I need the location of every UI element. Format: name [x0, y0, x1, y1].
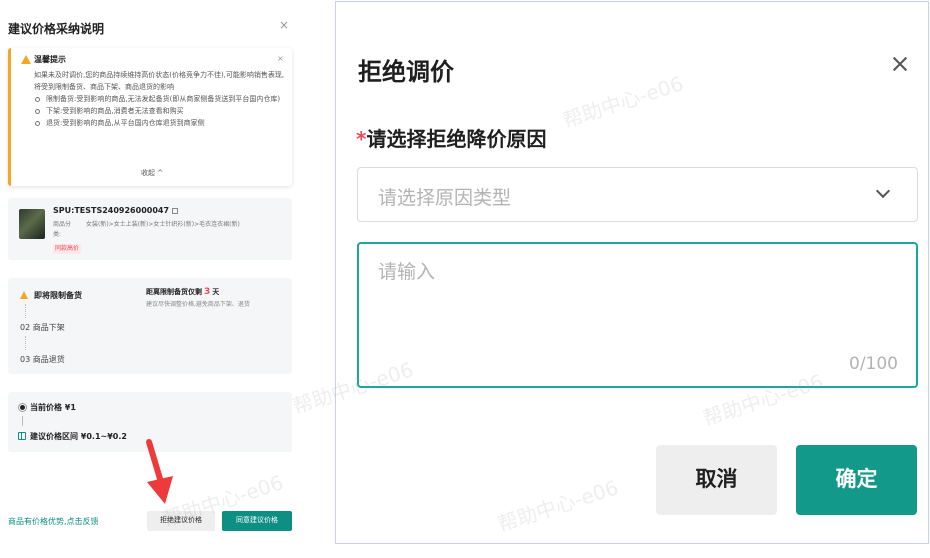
red-arrow-annotation-icon [146, 439, 173, 504]
gift-icon [18, 432, 26, 440]
reason-type-select[interactable]: 请选择原因类型 [357, 167, 918, 222]
tip-body: 如果未及时调价,您的商品持续维持高价状态(价格竞争力不佳),可能影响销售表现,将… [34, 69, 288, 129]
reason-field-label: *请选择拒绝降价原因 [356, 123, 546, 152]
step-return: 03 商品退货 [20, 355, 65, 364]
reason-textarea[interactable]: 请输入 0/100 [357, 242, 918, 388]
countdown-suffix: 天 [212, 288, 220, 296]
suggested-price-range: 建议价格区间 ¥0.1~¥0.2 [30, 432, 127, 441]
step-restrict-stock: 即将限制备货 [34, 291, 82, 300]
tip-intro: 如果未及时调价,您的商品持续维持高价状态(价格竞争力不佳),可能影响销售表现,将… [34, 71, 285, 91]
warm-tip-alert: 温馨提示 × 如果未及时调价,您的商品持续维持高价状态(价格竞争力不佳),可能影… [8, 48, 292, 186]
modal-close-icon[interactable] [890, 54, 910, 74]
arrow-down-icon [22, 416, 23, 426]
tip-collapse-toggle[interactable]: 收起 ^ [141, 168, 163, 178]
spu-card: SPU:TESTS240926000047 商品分类: 女装(新)>女士上装(新… [8, 198, 292, 260]
timeline-connector [25, 304, 26, 318]
screen: 建议价格采纳说明 × 温馨提示 × 如果未及时调价,您的商品持续维持高价状态(价… [0, 0, 930, 558]
warning-icon [21, 55, 31, 64]
countdown-days: 3 [204, 287, 211, 297]
spu-id-row: SPU:TESTS240926000047 [53, 206, 179, 215]
select-placeholder: 请选择原因类型 [378, 187, 512, 209]
timeline-connector [25, 336, 26, 350]
current-price: 当前价格 ¥1 [30, 403, 76, 412]
countdown-prefix: 距离限制备货仅剩 [146, 288, 202, 296]
product-thumbnail[interactable] [19, 209, 45, 239]
category-value: 女装(新)>女士上装(新)>女士针织衫(新)>毛衣连衣裙(新) [86, 221, 240, 228]
warning-icon [20, 291, 28, 299]
countdown-hint: 建议尽快调整价格,避免商品下架、退货 [146, 301, 250, 308]
confirm-button[interactable]: 确定 [796, 445, 917, 515]
status-timeline: 即将限制备货 距离限制备货仅剩 3 天 建议尽快调整价格,避免商品下架、退货 02 … [8, 278, 292, 374]
category-label: 商品分类: [53, 221, 72, 238]
reject-price-modal: 拒绝调价 *请选择拒绝降价原因 请选择原因类型 请输入 0/100 取消 确定 [335, 1, 929, 544]
high-price-tag: 同款高价 [53, 244, 82, 254]
textarea-placeholder: 请输入 [378, 261, 436, 283]
countdown-text: 距离限制备货仅剩 3 天 [146, 287, 219, 297]
tip-item-delist: 下架:受到影响的商品,消费者无法查看和购买 [34, 105, 288, 117]
reject-suggested-price-button[interactable]: 拒绝建议价格 [147, 511, 215, 531]
agree-suggested-price-button[interactable]: 同意建议价格 [222, 511, 292, 531]
drawer-title: 建议价格采纳说明 [8, 22, 105, 36]
price-advantage-feedback-link[interactable]: 商品有价格优势,点击反馈 [8, 516, 99, 527]
tip-title: 温馨提示 [34, 55, 66, 64]
tip-item-return: 退货:受到影响的商品,从平台国内仓库退货到商家侧 [34, 117, 288, 129]
char-counter: 0/100 [849, 354, 898, 374]
drawer-close-icon[interactable]: × [279, 18, 289, 32]
cancel-button[interactable]: 取消 [656, 445, 777, 515]
required-mark: * [356, 127, 367, 151]
modal-title: 拒绝调价 [358, 58, 454, 86]
tip-item-restrict: 限制备货:受到影响的商品,无法发起备货(即从商家侧备货送到平台国内仓库) [34, 93, 288, 105]
price-suggestion-drawer: 建议价格采纳说明 × 温馨提示 × 如果未及时调价,您的商品持续维持高价状态(价… [0, 0, 302, 558]
spu-id: SPU:TESTS240926000047 [53, 206, 170, 215]
chevron-down-icon [875, 183, 891, 199]
reason-label-text: 请选择拒绝降价原因 [366, 127, 547, 151]
copy-icon[interactable] [172, 207, 179, 214]
tip-list: 限制备货:受到影响的商品,无法发起备货(即从商家侧备货送到平台国内仓库) 下架:… [34, 93, 288, 129]
tip-close-icon[interactable]: × [277, 54, 284, 63]
step-delist: 02 商品下架 [20, 323, 65, 332]
current-price-dot-icon [20, 405, 25, 410]
